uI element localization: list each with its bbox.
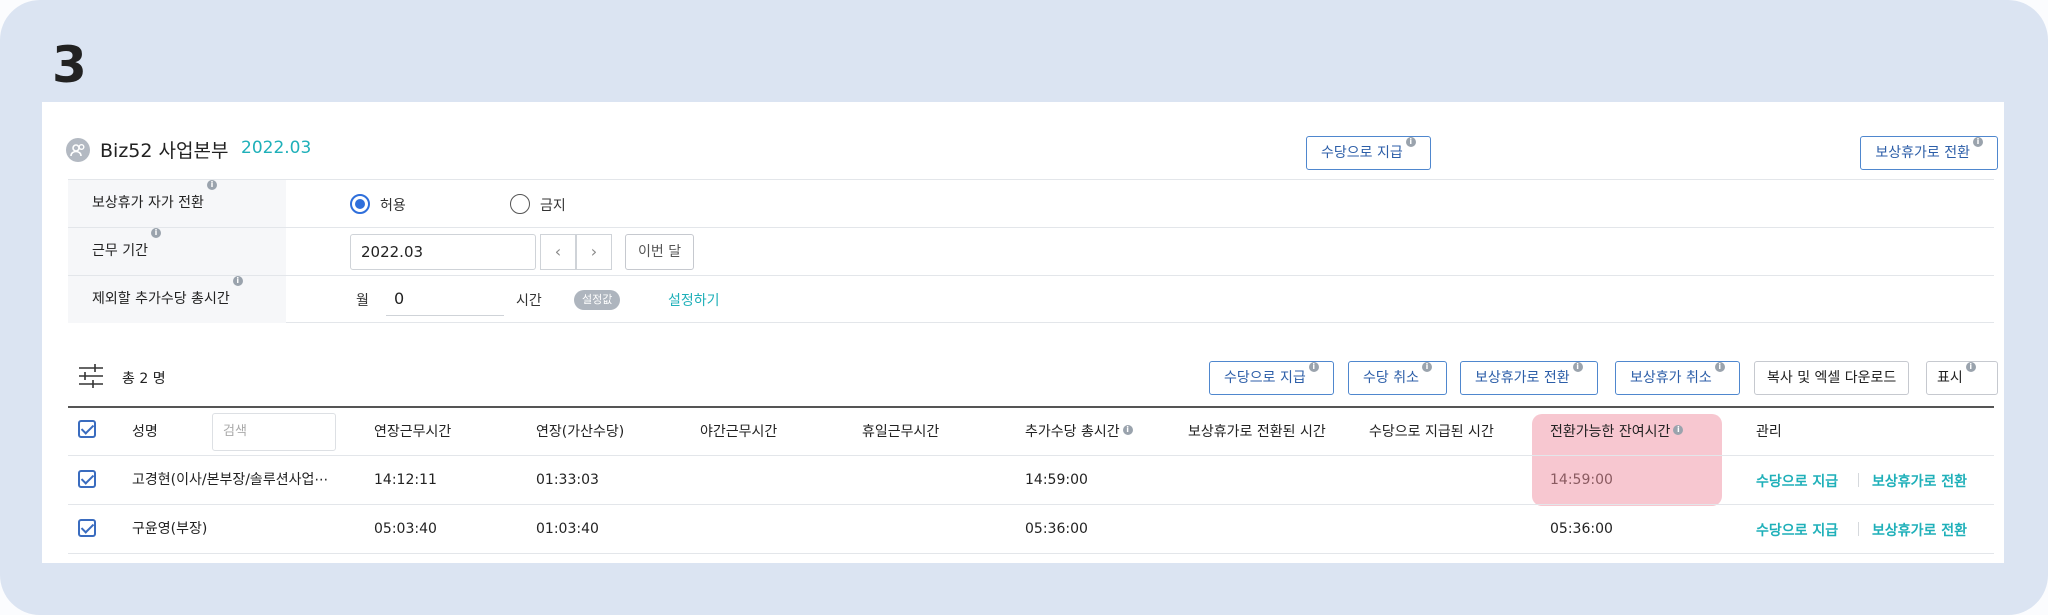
header-pay-allowance-button[interactable]: 수당으로 지급i: [1306, 136, 1431, 170]
display-button[interactable]: 표시i: [1926, 361, 1998, 395]
info-icon: i: [1973, 137, 1983, 147]
header-pay-allowance-label: 수당으로 지급: [1321, 145, 1403, 161]
table-row: 구윤영(부장) 05:03:40 01:03:40 05:36:00 05:36…: [68, 505, 1994, 554]
setting-label-text: 제외할 추가수당 총시간: [92, 291, 230, 307]
row-overtime-premium: 01:33:03: [536, 472, 599, 488]
info-icon: i: [1572, 362, 1583, 372]
list-pay-button[interactable]: 수당으로 지급i: [1209, 361, 1334, 395]
info-icon: i: [150, 228, 161, 238]
screenshot-frame: 3 Biz52 사업본부 2022.03 수당으로 지급i 보상휴가로 전환i …: [0, 0, 2048, 615]
col-name: 성명: [132, 424, 158, 440]
setting-label-exclude-hours: 제외할 추가수당 총시간i: [68, 276, 286, 323]
row-total-allowance: 05:36:00: [1025, 521, 1088, 537]
configure-link[interactable]: 설정하기: [668, 290, 720, 310]
setting-label-text: 근무 기간: [92, 243, 148, 259]
row-overtime: 05:03:40: [374, 521, 437, 537]
row-remaining: 14:59:00: [1550, 472, 1613, 488]
total-count: 총 2 명: [122, 371, 166, 387]
col-overtime-premium: 연장(가산수당): [536, 424, 625, 440]
radio-deny[interactable]: [510, 194, 530, 214]
info-icon: i: [232, 276, 243, 286]
table-header: 성명 검색 연장근무시간 연장(가산수당) 야간근무시간 휴일근무시간 추가수당…: [68, 406, 1994, 456]
group-icon: [66, 138, 90, 162]
setting-row-auto-convert: 보상휴가 자가 전환i 허용 금지: [68, 179, 1994, 227]
row-pay-link[interactable]: 수당으로 지급: [1756, 520, 1838, 540]
info-icon: i: [1714, 362, 1725, 372]
col-converted-leave: 보상휴가로 전환된 시간: [1188, 424, 1326, 440]
next-month-button[interactable]: ›: [576, 234, 612, 270]
info-icon: i: [206, 180, 217, 190]
radio-deny-label: 금지: [540, 198, 566, 214]
col-remaining-label: 전환가능한 잔여시간: [1550, 424, 1671, 440]
setting-row-work-period: 근무 기간i 2022.03 ‹ › 이번 달: [68, 227, 1994, 275]
department-name: Biz52 사업본부: [100, 140, 229, 162]
list-cancel-leave-label: 보상휴가 취소: [1630, 370, 1712, 386]
row-name: 고경현(이사/본부장/솔루션사업⋯: [132, 472, 329, 488]
setting-label-text: 보상휴가 자가 전환: [92, 195, 204, 211]
col-paid-allowance: 수당으로 지급된 시간: [1369, 424, 1494, 440]
prev-month-button[interactable]: ‹: [540, 234, 576, 270]
setting-label-work-period: 근무 기간i: [68, 228, 286, 275]
select-all-checkbox[interactable]: [78, 420, 96, 438]
col-total-allowance-label: 추가수당 총시간: [1025, 424, 1120, 440]
row-checkbox[interactable]: [78, 470, 96, 488]
display-label: 표시: [1937, 370, 1963, 386]
col-holiday: 휴일근무시간: [862, 424, 940, 440]
list-convert-button[interactable]: 보상휴가로 전환i: [1460, 361, 1598, 395]
info-icon: i: [1421, 362, 1432, 372]
setting-label-auto-convert: 보상휴가 자가 전환i: [68, 180, 286, 227]
work-period-input[interactable]: 2022.03: [350, 234, 536, 270]
info-icon: i: [1308, 362, 1319, 372]
filter-sliders-icon[interactable]: [78, 364, 104, 388]
row-overtime-premium: 01:03:40: [536, 521, 599, 537]
list-cancel-pay-label: 수당 취소: [1363, 370, 1419, 386]
list-cancel-pay-button[interactable]: 수당 취소i: [1348, 361, 1447, 395]
exclude-hours-unit: 시간: [516, 293, 542, 309]
row-total-allowance: 14:59:00: [1025, 472, 1088, 488]
row-remaining: 05:36:00: [1550, 521, 1613, 537]
row-name: 구윤영(부장): [132, 521, 208, 537]
col-overtime: 연장근무시간: [374, 424, 452, 440]
header-convert-leave-label: 보상휴가로 전환: [1875, 145, 1970, 161]
action-divider: [1858, 522, 1859, 536]
copy-excel-button[interactable]: 복사 및 엑셀 다운로드: [1754, 361, 1910, 395]
info-icon: i: [1405, 137, 1416, 147]
action-divider: [1858, 473, 1859, 487]
table-row: 고경현(이사/본부장/솔루션사업⋯ 14:12:11 01:33:03 14:5…: [68, 456, 1994, 505]
exclude-hours-prefix: 월: [356, 293, 369, 309]
row-convert-link[interactable]: 보상휴가로 전환: [1872, 520, 1967, 540]
info-icon: i: [1673, 425, 1684, 435]
col-manage: 관리: [1756, 424, 1782, 440]
header-convert-leave-button[interactable]: 보상휴가로 전환i: [1860, 136, 1998, 170]
row-pay-link[interactable]: 수당으로 지급: [1756, 471, 1838, 491]
row-checkbox[interactable]: [78, 519, 96, 537]
main-panel: Biz52 사업본부 2022.03 수당으로 지급i 보상휴가로 전환i 보상…: [42, 102, 2004, 563]
list-pay-label: 수당으로 지급: [1224, 370, 1306, 386]
step-number: 3: [52, 36, 87, 94]
department-period: 2022.03: [241, 138, 312, 158]
col-remaining: 전환가능한 잔여시간 i: [1550, 408, 1684, 456]
row-convert-link[interactable]: 보상휴가로 전환: [1872, 471, 1967, 491]
info-icon: i: [1122, 425, 1133, 435]
col-total-allowance: 추가수당 총시간 i: [1025, 408, 1133, 456]
list-cancel-leave-button[interactable]: 보상휴가 취소i: [1615, 361, 1740, 395]
exclude-hours-input[interactable]: 0: [386, 282, 504, 316]
list-convert-label: 보상휴가로 전환: [1475, 370, 1570, 386]
col-night: 야간근무시간: [700, 424, 778, 440]
this-month-button[interactable]: 이번 달: [625, 234, 695, 270]
radio-allow-label: 허용: [380, 198, 406, 214]
info-icon: i: [1965, 362, 1976, 372]
name-search-input[interactable]: 검색: [212, 413, 336, 451]
setting-row-exclude-hours: 제외할 추가수당 총시간i 월 0 시간 설정값 설정하기: [68, 275, 1994, 323]
setting-value-badge: 설정값: [574, 290, 621, 310]
row-overtime: 14:12:11: [374, 472, 437, 488]
radio-allow[interactable]: [350, 194, 370, 214]
